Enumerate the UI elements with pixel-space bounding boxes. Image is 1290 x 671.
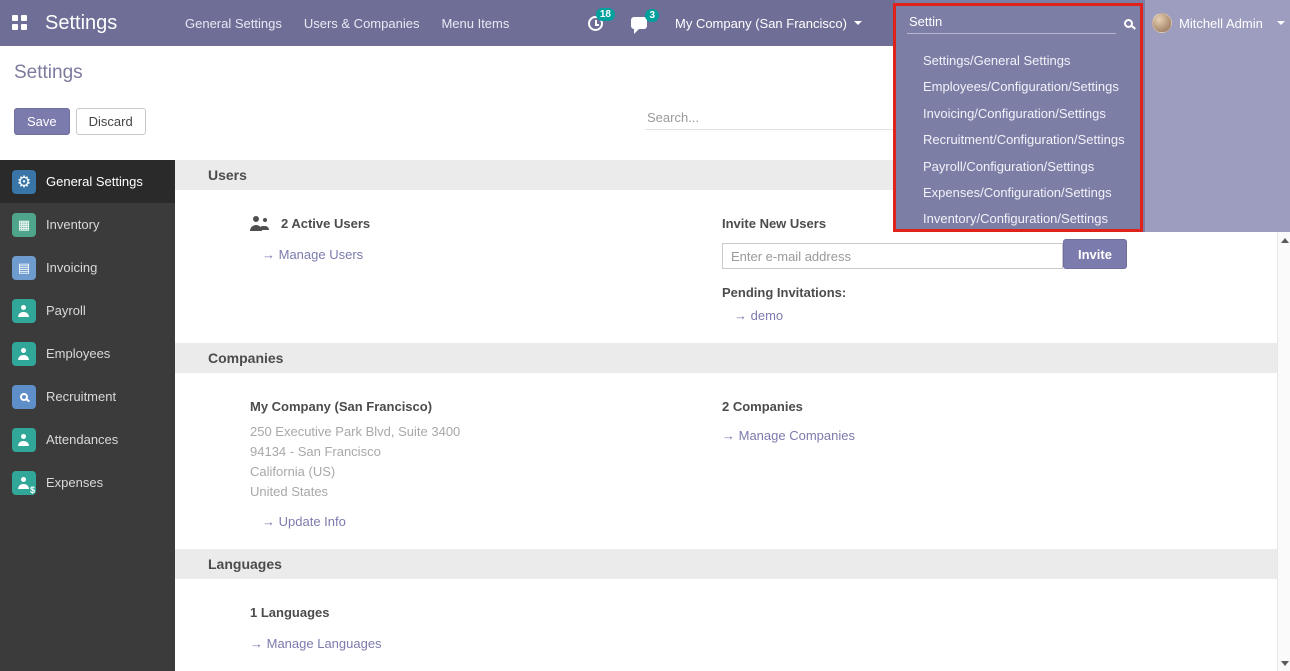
sidebar-item-label: Expenses [46, 475, 103, 490]
company-address: 250 Executive Park Blvd, Suite 3400 9413… [250, 422, 722, 502]
manage-users-link[interactable]: Manage Users [262, 247, 363, 262]
search-icon[interactable] [1124, 19, 1133, 28]
sidebar-item-label: General Settings [46, 174, 143, 189]
chevron-down-icon [1277, 21, 1285, 25]
sidebar-item-label: Attendances [46, 432, 118, 447]
invoice-document-icon: ▤ [12, 256, 36, 280]
user-menu[interactable]: Mitchell Admin [1152, 0, 1285, 46]
sidebar-item-label: Payroll [46, 303, 86, 318]
sidebar-item-label: Invoicing [46, 260, 97, 275]
companies-count: 2 Companies [722, 399, 1248, 414]
app-submenus: General Settings Users & Companies Menu … [185, 0, 509, 46]
sidebar-item-label: Employees [46, 346, 110, 361]
content-search-input[interactable] [645, 106, 895, 130]
user-name: Mitchell Admin [1179, 16, 1263, 31]
search-result-item[interactable]: Employees/Configuration/Settings [923, 74, 1145, 100]
update-info-link[interactable]: Update Info [262, 514, 346, 529]
discard-button[interactable]: Discard [76, 108, 146, 135]
sidebar-item-invoicing[interactable]: ▤ Invoicing [0, 246, 175, 289]
expense-person-icon: $ [12, 471, 36, 495]
pending-invitations-label: Pending Invitations: [722, 285, 1248, 300]
search-result-item[interactable]: Recruitment/Configuration/Settings [923, 127, 1145, 153]
chevron-down-icon [854, 21, 862, 25]
chat-bubble-icon [631, 17, 647, 29]
menu-search-row [895, 0, 1145, 46]
search-result-item[interactable]: Expenses/Configuration/Settings [923, 180, 1145, 206]
settings-sidebar: ⚙ General Settings ▦ Inventory ▤ Invoici… [0, 160, 175, 671]
systray: 18 3 My Company (San Francisco) [588, 0, 862, 46]
invite-email-input[interactable] [722, 243, 1063, 269]
manage-languages-link[interactable]: Manage Languages [250, 636, 382, 651]
sidebar-item-inventory[interactable]: ▦ Inventory [0, 203, 175, 246]
menu-general-settings[interactable]: General Settings [185, 16, 282, 31]
pending-user-link[interactable]: demo [734, 308, 783, 323]
active-users-count: 2 Active Users [281, 216, 370, 231]
menu-search-results: Settings/General Settings Employees/Conf… [895, 48, 1145, 233]
menu-search-input[interactable] [907, 12, 1116, 34]
messages-button[interactable]: 3 [631, 17, 647, 29]
search-result-item[interactable]: Settings/General Settings [923, 48, 1145, 74]
settings-content: Users 2 Active Users Manage Users Invite… [175, 160, 1278, 671]
scroll-down-arrow[interactable] [1281, 661, 1289, 666]
section-header-companies: Companies [175, 343, 1278, 373]
message-count-badge: 3 [645, 9, 659, 22]
menu-users-companies[interactable]: Users & Companies [304, 16, 420, 31]
search-result-item[interactable]: Inventory/Configuration/Settings [923, 206, 1145, 232]
save-button[interactable]: Save [14, 108, 70, 135]
sidebar-item-expenses[interactable]: $ Expenses [0, 461, 175, 504]
company-switcher[interactable]: My Company (San Francisco) [675, 16, 862, 31]
payroll-person-icon [12, 299, 36, 323]
section-companies: My Company (San Francisco) 250 Executive… [175, 373, 1278, 549]
sidebar-item-general-settings[interactable]: ⚙ General Settings [0, 160, 175, 203]
sidebar-item-employees[interactable]: Employees [0, 332, 175, 375]
languages-count: 1 Languages [250, 605, 722, 620]
company-name: My Company (San Francisco) [675, 16, 847, 31]
sidebar-item-label: Inventory [46, 217, 99, 232]
sidebar-item-label: Recruitment [46, 389, 116, 404]
company-name: My Company (San Francisco) [250, 399, 722, 414]
vertical-scrollbar[interactable] [1277, 160, 1290, 671]
sidebar-item-attendances[interactable]: Attendances [0, 418, 175, 461]
gear-icon: ⚙ [12, 170, 36, 194]
sidebar-item-recruitment[interactable]: Recruitment [0, 375, 175, 418]
search-result-item[interactable]: Invoicing/Configuration/Settings [923, 101, 1145, 127]
menu-menu-items[interactable]: Menu Items [441, 16, 509, 31]
recruitment-magnifier-icon [12, 385, 36, 409]
manage-companies-link[interactable]: Manage Companies [722, 428, 855, 443]
search-result-item[interactable]: Payroll/Configuration/Settings [923, 154, 1145, 180]
form-buttons: Save Discard [14, 108, 146, 135]
inventory-icon: ▦ [12, 213, 36, 237]
users-group-icon [250, 216, 272, 231]
activity-count-badge: 18 [596, 8, 615, 21]
scroll-up-arrow[interactable] [1281, 238, 1289, 243]
invite-button[interactable]: Invite [1063, 239, 1127, 269]
activities-button[interactable]: 18 [588, 16, 603, 31]
section-languages: 1 Languages Manage Languages [175, 579, 1278, 671]
app-title: Settings [45, 0, 117, 46]
attendance-person-icon [12, 428, 36, 452]
menu-search-dropdown: Settings/General Settings Employees/Conf… [895, 0, 1145, 232]
sidebar-item-payroll[interactable]: Payroll [0, 289, 175, 332]
employees-people-icon [12, 342, 36, 366]
breadcrumb: Settings [14, 62, 83, 84]
apps-menu-icon[interactable] [12, 15, 27, 30]
screen: Settings General Settings Users & Compan… [0, 0, 1290, 671]
section-header-languages: Languages [175, 549, 1278, 579]
avatar [1152, 13, 1172, 33]
